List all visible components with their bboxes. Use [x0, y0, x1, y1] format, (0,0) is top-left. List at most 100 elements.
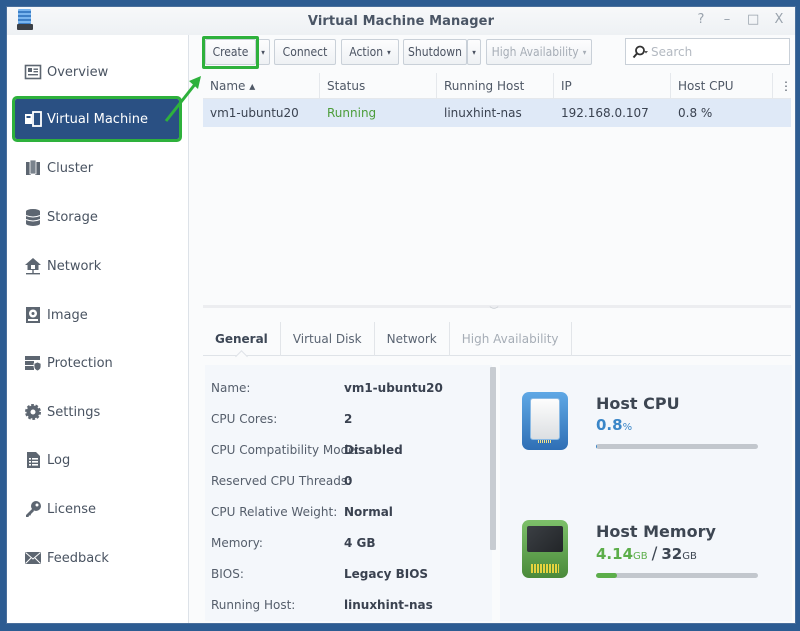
minimize-icon[interactable]: – — [721, 13, 733, 27]
host-memory-used-unit: GB — [633, 551, 648, 562]
column-header-status[interactable]: Status — [320, 72, 437, 99]
shutdown-label: Shutdown — [408, 45, 462, 59]
high-availability-button[interactable]: High Availability ▾ — [486, 39, 592, 65]
prop-value: Normal — [344, 505, 393, 519]
sidebar-item-label: Virtual Machine — [47, 111, 149, 127]
properties-scrollbar[interactable] — [490, 367, 496, 550]
prop-value: 0 — [344, 474, 353, 488]
prop-value: Disabled — [344, 443, 403, 457]
sidebar-item-protection[interactable]: Protection — [15, 343, 179, 383]
host-memory-title: Host Memory — [596, 522, 716, 541]
sidebar-item-network[interactable]: Network — [15, 246, 179, 286]
prop-label: CPU Cores: — [211, 412, 278, 426]
sidebar-item-label: License — [47, 501, 97, 517]
sidebar-item-label: Network — [47, 258, 102, 274]
image-icon — [24, 306, 42, 324]
host-memory-used: 4.14 — [596, 545, 634, 563]
action-label: Action — [349, 45, 384, 59]
prop-value: linuxhint-nas — [344, 598, 433, 612]
host-cpu-number: 0.8 — [596, 416, 623, 434]
vmm-window: Virtual Machine Manager ? – □ X Overview… — [6, 6, 796, 624]
shutdown-dropdown-button[interactable]: ▾ — [467, 39, 481, 65]
sidebar-item-overview[interactable]: Overview — [15, 52, 179, 92]
host-stats-panel: Host CPU 0.8% Host Memory 4.14GB/32GB — [500, 365, 792, 621]
app-icon — [17, 9, 33, 31]
high-availability-label: High Availability — [491, 45, 579, 59]
host-cpu-bar — [596, 444, 758, 449]
tab-network[interactable]: Network — [375, 322, 450, 356]
sidebar-item-log[interactable]: Log — [15, 440, 179, 480]
sidebar-item-label: Log — [47, 452, 71, 468]
search-box[interactable] — [625, 38, 790, 65]
prop-label: Reserved CPU Threads: — [211, 474, 352, 488]
shutdown-button[interactable]: Shutdown — [403, 39, 467, 65]
sidebar-item-virtual-machine[interactable]: Virtual Machine — [12, 96, 182, 142]
prop-value: 2 — [344, 412, 353, 426]
maximize-icon[interactable]: □ — [747, 13, 759, 27]
vm-ip-cell: 192.168.0.107 — [561, 106, 649, 120]
sidebar-item-cluster[interactable]: Cluster — [15, 148, 179, 188]
sidebar: Overview Virtual Machine Cluster Storage… — [7, 35, 189, 623]
general-properties: Name: vm1-ubuntu20 CPU Cores: 2 CPU Comp… — [205, 365, 492, 621]
tab-high-availability[interactable]: High Availability — [450, 322, 572, 356]
sidebar-item-image[interactable]: Image — [15, 295, 179, 335]
protection-icon — [24, 354, 42, 372]
sidebar-item-feedback[interactable]: Feedback — [15, 538, 179, 578]
cpu-icon — [522, 392, 568, 450]
search-input[interactable] — [651, 44, 771, 59]
storage-icon — [24, 208, 42, 226]
chevron-down-icon: ▾ — [261, 47, 265, 57]
host-cpu-bar-fill — [596, 444, 598, 449]
sidebar-item-label: Image — [47, 307, 88, 323]
prop-label: BIOS: — [211, 567, 244, 581]
connect-label: Connect — [282, 45, 328, 59]
column-header-host-cpu[interactable]: Host CPU — [671, 72, 773, 99]
column-header-running-host[interactable]: Running Host — [437, 72, 554, 99]
create-button[interactable]: Create — [205, 39, 256, 65]
title-bar: Virtual Machine Manager ? – □ X — [7, 7, 795, 35]
create-dropdown-button[interactable]: ▾ — [256, 39, 270, 65]
tab-virtual-disk[interactable]: Virtual Disk — [281, 322, 375, 356]
help-icon[interactable]: ? — [695, 13, 707, 27]
prop-value: Legacy BIOS — [344, 567, 429, 581]
host-memory-separator: / — [651, 544, 658, 564]
action-button[interactable]: Action ▾ — [341, 39, 399, 65]
sidebar-item-label: Protection — [47, 355, 113, 371]
sidebar-item-label: Cluster — [47, 160, 94, 176]
memory-icon — [522, 520, 568, 578]
prop-value: vm1-ubuntu20 — [344, 381, 443, 395]
toolbar: Create ▾ Connect Action ▾ Shutdown ▾ High… — [197, 36, 795, 69]
table-header: Name ▴ Status Running Host IP Host CPU ⋮ — [203, 72, 791, 99]
connect-button[interactable]: Connect — [274, 39, 336, 65]
vm-cpu-cell: 0.8 % — [678, 106, 713, 120]
column-header-name[interactable]: Name ▴ — [203, 72, 320, 99]
chevron-down-icon: ▾ — [472, 47, 476, 57]
search-icon[interactable] — [632, 45, 648, 59]
collapse-handle-icon[interactable]: ︶ — [487, 308, 501, 317]
vm-name-cell: vm1-ubuntu20 — [210, 106, 299, 120]
window-title: Virtual Machine Manager — [307, 14, 495, 29]
host-memory-value: 4.14GB/32GB — [596, 544, 697, 564]
sidebar-item-storage[interactable]: Storage — [15, 197, 179, 237]
prop-label: Memory: — [211, 536, 263, 550]
sidebar-item-label: Overview — [47, 64, 109, 80]
close-icon[interactable]: X — [773, 13, 785, 27]
prop-label: Name: — [211, 381, 251, 395]
host-cpu-value: 0.8% — [596, 416, 632, 434]
settings-icon — [24, 403, 42, 421]
host-memory-total: 32 — [661, 545, 683, 563]
prop-value: 4 GB — [344, 536, 376, 550]
tab-general[interactable]: General — [203, 322, 281, 356]
table-row[interactable]: vm1-ubuntu20 Running linuxhint-nas 192.1… — [203, 99, 791, 127]
sidebar-item-license[interactable]: License — [15, 489, 179, 529]
column-menu-icon[interactable]: ⋮ — [773, 73, 791, 99]
vm-table: Name ▴ Status Running Host IP Host CPU ⋮… — [203, 72, 791, 127]
detail-tabs: General Virtual Disk Network High Availa… — [203, 322, 791, 356]
column-header-ip[interactable]: IP — [554, 72, 671, 99]
virtual-machine-icon — [24, 110, 42, 128]
vm-status-cell: Running — [327, 106, 377, 120]
host-cpu-unit: % — [622, 422, 633, 433]
sidebar-item-label: Feedback — [47, 550, 109, 566]
log-icon — [24, 451, 42, 469]
sidebar-item-settings[interactable]: Settings — [15, 392, 179, 432]
